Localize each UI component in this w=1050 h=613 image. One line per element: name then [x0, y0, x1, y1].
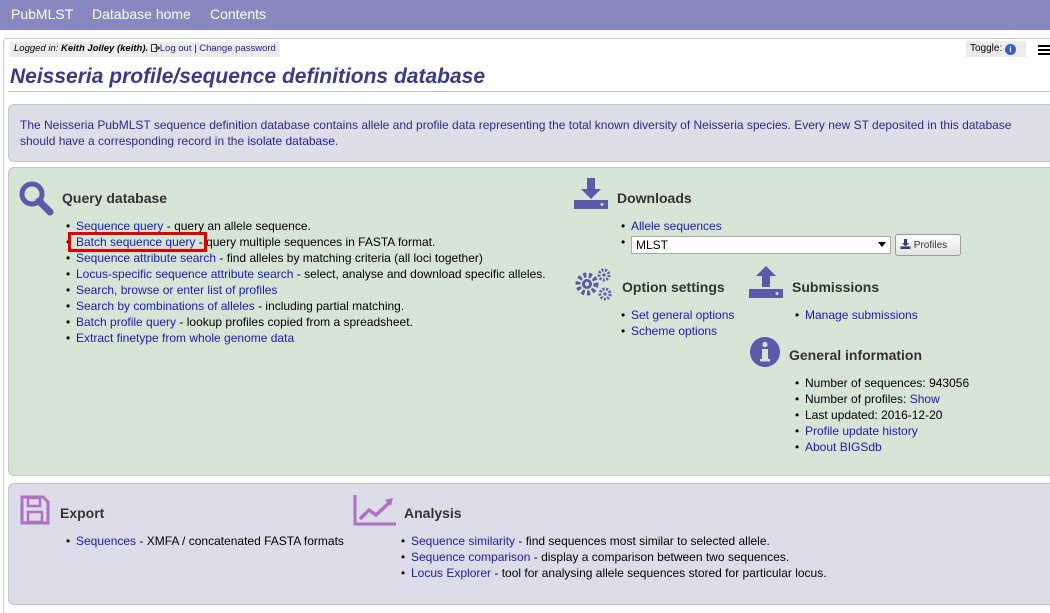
- sequence-attribute-search-link[interactable]: Sequence attribute search: [76, 251, 216, 265]
- info-item-profile-history: Profile update history: [793, 423, 969, 439]
- logged-in-prefix: Logged in:: [14, 43, 62, 54]
- downloads-heading: Downloads: [617, 190, 692, 206]
- option-settings-heading: Option settings: [622, 279, 725, 295]
- sequence-comparison-desc: - display a comparison between two seque…: [530, 550, 790, 564]
- logout-icon: [150, 44, 160, 52]
- magnifier-icon: [19, 181, 54, 216]
- submissions-list: Manage submissions: [793, 307, 918, 323]
- scheme-select-value: MLST: [636, 238, 669, 252]
- batch-profile-query-desc: - lookup profiles copied from a spreadsh…: [176, 315, 413, 329]
- nav-database-home[interactable]: Database home: [92, 6, 191, 22]
- sequence-query-desc: - query an allele sequence.: [163, 219, 311, 233]
- intro-text: The Neisseria PubMLST sequence definitio…: [20, 117, 1045, 149]
- info-icon: [750, 337, 780, 367]
- download-icon: [574, 178, 608, 209]
- title-divider: [8, 91, 1050, 92]
- info-item-num-profiles: Number of profiles: Show: [793, 391, 969, 407]
- upload-icon: [749, 266, 783, 298]
- page-title: Neisseria profile/sequence definitions d…: [10, 65, 485, 88]
- logout-link[interactable]: Log out: [160, 43, 192, 54]
- query-item-sequence-attribute-search: Sequence attribute search - find alleles…: [64, 250, 546, 266]
- info-item-last-updated: Last updated: 2016-12-20: [793, 407, 969, 423]
- toggle-help[interactable]: Toggle: i: [966, 41, 1026, 57]
- floppy-disk-icon: [20, 495, 50, 525]
- locus-specific-search-link[interactable]: Locus-specific sequence attribute search: [76, 267, 293, 281]
- scheme-select[interactable]: MLST: [631, 236, 891, 254]
- analysis-heading: Analysis: [404, 505, 462, 521]
- profiles-download-button[interactable]: Profiles: [895, 234, 961, 256]
- analysis-item-locus-explorer: Locus Explorer - tool for analysing alle…: [399, 565, 827, 581]
- info-toggle-icon[interactable]: i: [1005, 44, 1017, 55]
- general-info-list: Number of sequences: 943056 Number of pr…: [793, 375, 969, 455]
- intro-suffix: .: [334, 134, 339, 148]
- query-item-allele-combinations: Search by combinations of alleles - incl…: [64, 298, 546, 314]
- analysis-item-similarity: Sequence similarity - find sequences mos…: [399, 533, 827, 549]
- gears-icon: [575, 268, 612, 301]
- batch-sequence-query-desc: - query multiple sequences in FASTA form…: [195, 235, 436, 249]
- set-general-options-link[interactable]: Set general options: [631, 308, 734, 322]
- extract-finetype-link[interactable]: Extract finetype from whole genome data: [76, 331, 294, 345]
- sequence-similarity-desc: - find sequences most similar to selecte…: [515, 534, 770, 548]
- query-item-batch-profile-query: Batch profile query - lookup profiles co…: [64, 314, 546, 330]
- query-item-locus-specific-search: Locus-specific sequence attribute search…: [64, 266, 546, 282]
- query-database-heading: Query database: [62, 190, 168, 206]
- intro-description: The Neisseria PubMLST sequence definitio…: [20, 118, 1012, 148]
- last-updated-label: Last updated:: [805, 408, 882, 422]
- num-sequences-value: 943056: [929, 376, 970, 390]
- downloads-item-allele-sequences: Allele sequences: [619, 218, 722, 234]
- options-list: Set general options Scheme options: [619, 307, 734, 339]
- sequence-similarity-link[interactable]: Sequence similarity: [411, 534, 515, 548]
- options-item-general: Set general options: [619, 307, 734, 323]
- analysis-item-comparison: Sequence comparison - display a comparis…: [399, 549, 827, 565]
- general-info-heading: General information: [789, 347, 923, 363]
- num-sequences-label: Number of sequences:: [805, 376, 930, 390]
- manage-submissions-link[interactable]: Manage submissions: [805, 308, 918, 322]
- scheme-options-link[interactable]: Scheme options: [631, 324, 717, 338]
- login-status: Logged in: Keith Jolley (keith). Log out…: [10, 42, 280, 57]
- profiles-button-label: Profiles: [913, 240, 948, 251]
- sequence-attribute-search-desc: - find alleles by matching criteria (all…: [216, 251, 483, 265]
- about-bigsdb-link[interactable]: About BIGSdb: [805, 440, 882, 454]
- export-heading: Export: [60, 505, 105, 521]
- export-sequences-desc: - XMFA / concatenated FASTA formats: [136, 534, 344, 548]
- num-profiles-label: Number of profiles:: [805, 392, 910, 406]
- toggle-label: Toggle:: [970, 43, 1006, 54]
- info-item-about: About BIGSdb: [793, 439, 969, 455]
- nav-pubmlst[interactable]: PubMLST: [11, 6, 73, 22]
- export-sequences-link[interactable]: Sequences: [76, 534, 136, 548]
- browse-profiles-link[interactable]: Search, browse or enter list of profiles: [76, 283, 277, 297]
- show-profiles-link[interactable]: Show: [910, 392, 940, 406]
- locus-explorer-link[interactable]: Locus Explorer: [411, 566, 491, 580]
- profile-update-history-link[interactable]: Profile update history: [805, 424, 918, 438]
- query-item-browse-profiles: Search, browse or enter list of profiles: [64, 282, 546, 298]
- top-nav-bar: PubMLST Database home Contents: [0, 0, 1050, 30]
- locus-explorer-desc: - tool for analysing allele sequences st…: [491, 566, 827, 580]
- hamburger-menu-icon[interactable]: [1038, 45, 1050, 56]
- allele-combinations-desc: - including partial matching.: [254, 299, 405, 313]
- nav-contents[interactable]: Contents: [210, 6, 266, 22]
- info-item-num-sequences: Number of sequences: 943056: [793, 375, 969, 391]
- sequence-query-link[interactable]: Sequence query: [76, 219, 163, 233]
- submissions-item-manage: Manage submissions: [793, 307, 918, 323]
- batch-profile-query-link[interactable]: Batch profile query: [76, 315, 176, 329]
- sequence-comparison-link[interactable]: Sequence comparison: [411, 550, 530, 564]
- download-small-icon: [900, 239, 911, 249]
- highlight-box: [68, 232, 207, 252]
- change-password-link[interactable]: Change password: [199, 43, 276, 54]
- export-item-sequences: Sequences - XMFA / concatenated FASTA fo…: [64, 533, 344, 549]
- logged-in-user: Keith Jolley (keith).: [61, 43, 149, 54]
- export-list: Sequences - XMFA / concatenated FASTA fo…: [64, 533, 344, 549]
- last-updated-value: 2016-12-20: [881, 408, 943, 422]
- allele-combinations-link[interactable]: Search by combinations of alleles: [76, 299, 255, 313]
- isolate-database-link[interactable]: isolate database: [247, 134, 334, 148]
- allele-sequences-link[interactable]: Allele sequences: [631, 219, 722, 233]
- line-chart-icon: [353, 495, 396, 526]
- submissions-heading: Submissions: [792, 279, 880, 295]
- chevron-down-icon: [878, 242, 886, 247]
- locus-specific-search-desc: - select, analyse and download specific …: [293, 267, 546, 281]
- query-item-extract-finetype: Extract finetype from whole genome data: [64, 330, 546, 346]
- options-item-scheme: Scheme options: [619, 323, 734, 339]
- analysis-list: Sequence similarity - find sequences mos…: [399, 533, 827, 581]
